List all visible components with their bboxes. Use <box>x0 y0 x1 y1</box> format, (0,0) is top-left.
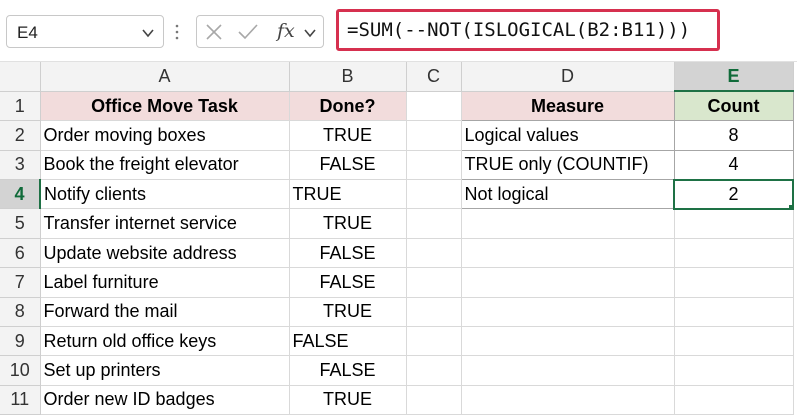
task-cell[interactable]: Set up printers <box>40 355 290 386</box>
empty-cell[interactable] <box>674 385 794 416</box>
task-cell[interactable]: Update website address <box>40 238 290 269</box>
count-cell[interactable]: 8 <box>673 120 794 151</box>
name-box-value: E4 <box>17 23 38 42</box>
row-header-1[interactable]: 1 <box>0 91 41 122</box>
name-box[interactable]: E4 <box>6 15 164 48</box>
column-header-d[interactable]: D <box>461 62 675 92</box>
empty-cell[interactable] <box>461 297 675 328</box>
formula-input[interactable]: =SUM(--NOT(ISLOGICAL(B2:B11))) <box>336 9 720 51</box>
column-header-row: A B C D E <box>0 62 794 93</box>
row-header-5[interactable]: 5 <box>0 208 41 239</box>
table-row: 1 Office Move Task Done? Measure Count <box>0 90 794 122</box>
empty-cell[interactable] <box>674 238 794 269</box>
empty-cell[interactable] <box>406 297 462 328</box>
spreadsheet-grid: A B C D E 1 Office Move Task Done? Measu… <box>0 62 794 416</box>
table-row: 4 Notify clients TRUE Not logical 2 <box>0 178 794 210</box>
count-header-cell[interactable]: Count <box>673 90 794 122</box>
done-cell[interactable]: TRUE <box>289 179 407 210</box>
table-row: 9 Return old office keys FALSE <box>0 326 794 357</box>
row-header-8[interactable]: 8 <box>0 297 41 328</box>
empty-cell[interactable] <box>674 355 794 386</box>
done-cell[interactable]: FALSE <box>289 355 407 386</box>
row-header-9[interactable]: 9 <box>0 326 41 357</box>
fill-handle[interactable] <box>788 203 791 207</box>
empty-cell[interactable] <box>461 355 675 386</box>
empty-cell[interactable] <box>461 238 675 269</box>
row-header-11[interactable]: 11 <box>0 385 41 416</box>
cell-c1[interactable] <box>406 91 462 122</box>
table-row: 2 Order moving boxes TRUE Logical values… <box>0 120 794 151</box>
column-header-e[interactable]: E <box>674 62 794 93</box>
task-cell[interactable]: Book the freight elevator <box>40 150 290 181</box>
count-cell-value: 2 <box>728 183 739 204</box>
table-row: 5 Transfer internet service TRUE <box>0 208 794 239</box>
chevron-down-icon[interactable] <box>303 26 317 40</box>
formula-controls: fx <box>196 15 324 48</box>
cell-c4[interactable] <box>406 179 462 210</box>
empty-cell[interactable] <box>406 385 462 416</box>
task-cell[interactable]: Order moving boxes <box>40 120 290 151</box>
done-cell[interactable]: FALSE <box>289 326 407 357</box>
chevron-down-icon[interactable] <box>141 26 155 40</box>
done-cell[interactable]: FALSE <box>289 238 407 269</box>
cancel-icon[interactable] <box>205 23 223 41</box>
done-header-cell[interactable]: Done? <box>289 91 407 122</box>
done-cell[interactable]: TRUE <box>289 385 407 416</box>
table-row: 6 Update website address FALSE <box>0 238 794 269</box>
done-cell[interactable]: FALSE <box>289 150 407 181</box>
table-row: 8 Forward the mail TRUE <box>0 297 794 328</box>
cell-c2[interactable] <box>406 120 462 151</box>
empty-cell[interactable] <box>674 267 794 298</box>
table-row: 11 Order new ID badges TRUE <box>0 385 794 416</box>
table-row: 3 Book the freight elevator FALSE TRUE o… <box>0 149 794 181</box>
empty-cell[interactable] <box>406 355 462 386</box>
done-cell[interactable]: TRUE <box>289 120 407 151</box>
column-header-a[interactable]: A <box>40 62 290 92</box>
done-cell[interactable]: TRUE <box>289 297 407 328</box>
row-header-4[interactable]: 4 <box>0 179 41 210</box>
more-options-icon[interactable] <box>170 22 184 42</box>
empty-cell[interactable] <box>461 267 675 298</box>
task-cell[interactable]: Label furniture <box>40 267 290 298</box>
task-cell[interactable]: Return old office keys <box>40 326 290 357</box>
empty-cell[interactable] <box>406 326 462 357</box>
enter-check-icon[interactable] <box>237 23 259 41</box>
empty-cell[interactable] <box>461 326 675 357</box>
row-header-10[interactable]: 10 <box>0 355 41 386</box>
formula-bar-area: E4 fx =SUM(--NOT(ISLOGICAL(B2:B11))) <box>0 0 797 62</box>
task-cell[interactable]: Forward the mail <box>40 297 290 328</box>
empty-cell[interactable] <box>461 208 675 239</box>
empty-cell[interactable] <box>461 385 675 416</box>
empty-cell[interactable] <box>674 326 794 357</box>
count-cell[interactable]: 4 <box>673 149 794 181</box>
empty-cell[interactable] <box>674 208 794 239</box>
task-cell[interactable]: Notify clients <box>40 179 290 210</box>
measure-cell[interactable]: Not logical <box>460 179 675 210</box>
table-row: 7 Label furniture FALSE <box>0 267 794 298</box>
cell-c3[interactable] <box>406 150 462 181</box>
formula-text: =SUM(--NOT(ISLOGICAL(B2:B11))) <box>347 19 691 41</box>
select-all-corner[interactable] <box>0 62 41 92</box>
row-header-6[interactable]: 6 <box>0 238 41 269</box>
row-header-7[interactable]: 7 <box>0 267 41 298</box>
task-cell[interactable]: Transfer internet service <box>40 208 290 239</box>
active-cell-e4[interactable]: 2 <box>673 178 794 210</box>
table-row: 10 Set up printers FALSE <box>0 355 794 386</box>
column-header-c[interactable]: C <box>406 62 462 92</box>
empty-cell[interactable] <box>406 267 462 298</box>
measure-cell[interactable]: Logical values <box>460 120 675 151</box>
done-cell[interactable]: FALSE <box>289 267 407 298</box>
empty-cell[interactable] <box>674 297 794 328</box>
task-header-cell[interactable]: Office Move Task <box>40 91 290 122</box>
empty-cell[interactable] <box>406 208 462 239</box>
column-header-b[interactable]: B <box>289 62 407 92</box>
row-header-3[interactable]: 3 <box>0 150 41 181</box>
empty-cell[interactable] <box>406 238 462 269</box>
measure-cell[interactable]: TRUE only (COUNTIF) <box>460 149 675 181</box>
insert-function-button[interactable]: fx <box>277 20 295 42</box>
done-cell[interactable]: TRUE <box>289 208 407 239</box>
task-cell[interactable]: Order new ID badges <box>40 385 290 416</box>
row-header-2[interactable]: 2 <box>0 120 41 151</box>
measure-header-cell[interactable]: Measure <box>460 90 675 122</box>
